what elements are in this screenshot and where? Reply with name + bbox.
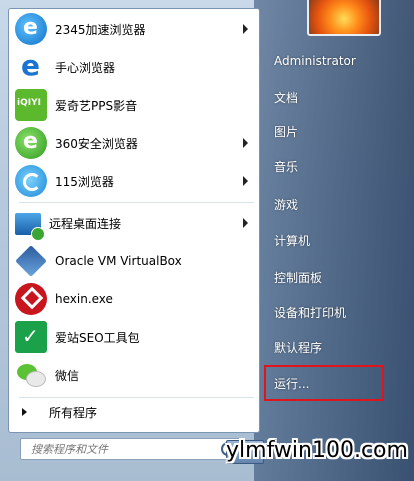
remote-desktop-icon: [15, 213, 45, 241]
program-label: hexin.exe: [55, 292, 113, 306]
360-browser-icon: [15, 127, 47, 159]
menu-divider: [19, 397, 254, 398]
program-list-panel: 2345加速浏览器 手心浏览器 爱奇艺PPS影音 360安全浏览器 115浏览器…: [8, 8, 260, 433]
program-item-115-browser[interactable]: 115浏览器: [12, 163, 256, 199]
right-item-games[interactable]: 游戏: [266, 191, 396, 217]
watermark-text: ylmfwin100.com: [226, 438, 408, 463]
right-item-user[interactable]: Administrator: [266, 48, 396, 74]
virtualbox-icon: [15, 245, 47, 277]
program-item-wechat[interactable]: 微信: [12, 357, 256, 393]
all-programs-label: 所有程序: [49, 405, 98, 420]
program-label: 微信: [55, 368, 80, 383]
program-item-iqiyi-pps[interactable]: 爱奇艺PPS影音: [12, 87, 256, 123]
program-item-360-browser[interactable]: 360安全浏览器: [12, 125, 256, 161]
hexin-icon: [15, 283, 47, 315]
submenu-arrow-icon[interactable]: [243, 24, 248, 34]
program-label: 爱奇艺PPS影音: [55, 98, 138, 113]
wechat-icon: [15, 359, 47, 391]
program-item-remote-desktop[interactable]: 远程桌面连接: [12, 205, 256, 241]
program-item-shouxin-browser[interactable]: 手心浏览器: [12, 49, 256, 85]
program-label: Oracle VM VirtualBox: [55, 254, 182, 268]
program-label: 手心浏览器: [55, 60, 116, 75]
2345-browser-icon: [15, 13, 47, 45]
all-programs-button[interactable]: 所有程序: [12, 399, 256, 425]
submenu-arrow-icon[interactable]: [243, 218, 248, 228]
right-item-pictures[interactable]: 图片: [266, 118, 396, 144]
program-item-aizhan-seo[interactable]: 爱站SEO工具包: [12, 319, 256, 355]
program-item-hexin[interactable]: hexin.exe: [12, 281, 256, 317]
program-item-virtualbox[interactable]: Oracle VM VirtualBox: [12, 243, 256, 279]
expand-arrow-icon: [22, 408, 27, 416]
program-label: 爱站SEO工具包: [55, 330, 140, 345]
right-item-devices-printers[interactable]: 设备和打印机: [266, 299, 396, 325]
search-input[interactable]: [29, 441, 213, 457]
right-item-music[interactable]: 音乐: [266, 153, 396, 179]
115-browser-icon: [15, 165, 47, 197]
submenu-arrow-icon[interactable]: [243, 176, 248, 186]
program-label: 远程桌面连接: [49, 216, 122, 231]
right-item-control-panel[interactable]: 控制面板: [266, 264, 396, 290]
aizhan-seo-icon: [15, 321, 47, 353]
shouxin-browser-icon: [15, 49, 47, 83]
submenu-arrow-icon[interactable]: [243, 138, 248, 148]
iqiyi-pps-icon: [15, 89, 47, 121]
program-item-2345-browser[interactable]: 2345加速浏览器: [12, 11, 256, 47]
run-highlight-box: [264, 365, 384, 401]
user-avatar[interactable]: [307, 0, 381, 36]
program-label: 2345加速浏览器: [55, 22, 146, 37]
search-box[interactable]: [20, 438, 242, 460]
program-label: 115浏览器: [55, 174, 114, 189]
right-item-default-programs[interactable]: 默认程序: [266, 334, 396, 360]
right-item-documents[interactable]: 文档: [266, 84, 396, 110]
program-label: 360安全浏览器: [55, 136, 138, 151]
menu-divider: [19, 202, 254, 203]
right-item-computer[interactable]: 计算机: [266, 227, 396, 253]
